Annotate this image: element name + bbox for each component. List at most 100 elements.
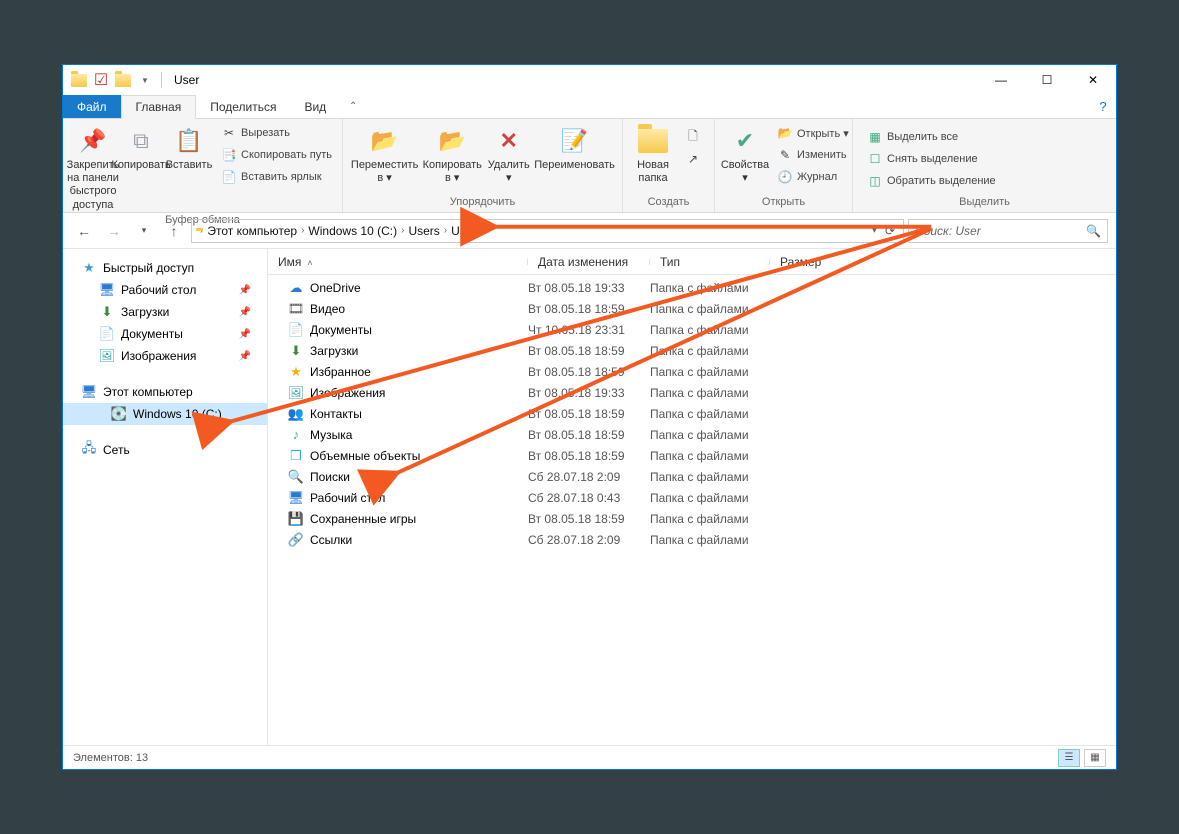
pin-icon: 📌	[239, 285, 251, 296]
move-to-button[interactable]: 📂Переместить в ▾	[349, 123, 420, 187]
file-row[interactable]: 🔍ПоискиСб 28.07.18 2:09Папка с файлами	[268, 466, 1116, 487]
paste-button[interactable]: 📋 Вставить	[165, 123, 213, 174]
file-row[interactable]: 🎞ВидеоВт 08.05.18 18:59Папка с файлами	[268, 298, 1116, 319]
col-size[interactable]: Размер	[770, 255, 850, 269]
search-placeholder: Поиск: User	[915, 224, 981, 238]
file-name: Объемные объекты	[310, 449, 420, 463]
select-none-button[interactable]: ☐Снять выделение	[863, 149, 1000, 169]
window-title: User	[174, 73, 199, 87]
qat-properties-icon[interactable]: ☑	[93, 72, 109, 88]
tab-view[interactable]: Вид	[290, 95, 340, 118]
new-folder-button[interactable]: Новая папка	[629, 123, 677, 187]
up-button[interactable]: ↑	[161, 218, 187, 244]
file-row[interactable]: ❒Объемные объектыВт 08.05.18 18:59Папка …	[268, 445, 1116, 466]
qat-dropdown-icon[interactable]: ▼	[137, 72, 153, 88]
file-name: Сохраненные игры	[310, 512, 416, 526]
file-row[interactable]: 📄ДокументыЧт 10.05.18 23:31Папка с файла…	[268, 319, 1116, 340]
delete-icon: ✕	[493, 125, 525, 157]
sidebar-item-documents[interactable]: 📄Документы📌	[63, 323, 267, 345]
file-type-icon: 🔗	[288, 532, 304, 548]
recent-button[interactable]: ▾	[131, 218, 157, 244]
edit-button[interactable]: ✎Изменить	[773, 145, 853, 165]
file-row[interactable]: ☁OneDriveВт 08.05.18 19:33Папка с файлам…	[268, 277, 1116, 298]
sidebar-item-drive-c[interactable]: 💽Windows 10 (C:)	[63, 403, 267, 425]
maximize-button[interactable]: ☐	[1024, 65, 1070, 95]
breadcrumb-seg[interactable]: Этот компьютер	[207, 224, 297, 238]
rename-button[interactable]: 📝Переименовать	[533, 123, 616, 174]
refresh-button[interactable]: ⟳	[885, 224, 895, 238]
file-name: Контакты	[310, 407, 362, 421]
history-button[interactable]: 🕘Журнал	[773, 167, 853, 187]
breadcrumb-seg[interactable]: Windows 10 (C:)	[308, 224, 397, 238]
explorer-window: ☑ ▼ User ― ☐ ✕ Файл Главная Поделиться В…	[62, 64, 1117, 770]
selectall-icon: ▦	[867, 129, 883, 145]
breadcrumb-seg[interactable]: User	[451, 224, 476, 238]
minimize-button[interactable]: ―	[978, 65, 1024, 95]
file-row[interactable]: 🖥Рабочий столСб 28.07.18 0:43Папка с фай…	[268, 487, 1116, 508]
view-details-button[interactable]: ☰	[1058, 749, 1080, 767]
file-type: Папка с файлами	[650, 449, 770, 463]
invert-icon: ◫	[867, 173, 883, 189]
file-date: Вт 08.05.18 18:59	[528, 365, 650, 379]
invert-selection-button[interactable]: ◫Обратить выделение	[863, 171, 1000, 191]
file-date: Сб 28.07.18 0:43	[528, 491, 650, 505]
easy-access-button[interactable]: ↗	[681, 149, 705, 169]
history-icon: 🕘	[777, 169, 793, 185]
col-name[interactable]: Имя˄	[268, 255, 528, 269]
sidebar-item-pictures[interactable]: 🖼Изображения📌	[63, 345, 267, 367]
pin-quick-access-button[interactable]: 📌 Закрепить на панели быстрого доступа	[69, 123, 117, 214]
sidebar-network[interactable]: 🖧Сеть	[63, 439, 267, 461]
file-row[interactable]: ⬇ЗагрузкиВт 08.05.18 18:59Папка с файлам…	[268, 340, 1116, 361]
file-type-icon: ☁	[288, 280, 304, 296]
close-button[interactable]: ✕	[1070, 65, 1116, 95]
tab-file[interactable]: Файл	[63, 95, 121, 118]
breadcrumb-seg[interactable]: Users	[408, 224, 439, 238]
tab-home[interactable]: Главная	[121, 95, 197, 119]
navbar: ← → ▾ ↑ › Этот компьютер› Windows 10 (C:…	[63, 213, 1116, 249]
addr-dropdown-icon[interactable]: ▾	[872, 225, 877, 236]
file-row[interactable]: 🖼ИзображенияВт 08.05.18 19:33Папка с фай…	[268, 382, 1116, 403]
col-date[interactable]: Дата изменения	[528, 255, 650, 269]
col-type[interactable]: Тип	[650, 255, 770, 269]
back-button[interactable]: ←	[71, 218, 97, 244]
qat-newfolder-icon[interactable]	[115, 72, 131, 88]
file-row[interactable]: ♪МузыкаВт 08.05.18 18:59Папка с файлами	[268, 424, 1116, 445]
delete-button[interactable]: ✕Удалить ▾	[484, 123, 533, 187]
cut-icon: ✂	[221, 125, 237, 141]
copy-button[interactable]: ⧉ Копировать	[117, 123, 165, 174]
file-row[interactable]: 👥КонтактыВт 08.05.18 18:59Папка с файлам…	[268, 403, 1116, 424]
sidebar-quick-access[interactable]: ★Быстрый доступ	[63, 257, 267, 279]
open-button[interactable]: 📂Открыть ▾	[773, 123, 853, 143]
new-item-button[interactable]: 🗋	[681, 127, 705, 147]
file-row[interactable]: 💾Сохраненные игрыВт 08.05.18 18:59Папка …	[268, 508, 1116, 529]
address-bar[interactable]: › Этот компьютер› Windows 10 (C:)› Users…	[191, 219, 904, 243]
file-name: Избранное	[310, 365, 371, 379]
forward-button[interactable]: →	[101, 218, 127, 244]
file-type-icon: 💾	[288, 511, 304, 527]
ribbon-collapse-button[interactable]: ⌃	[340, 95, 366, 118]
file-row[interactable]: ★ИзбранноеВт 08.05.18 18:59Папка с файла…	[268, 361, 1116, 382]
cut-button[interactable]: ✂Вырезать	[217, 123, 336, 143]
copy-path-button[interactable]: 📑Скопировать путь	[217, 145, 336, 165]
paste-icon: 📋	[173, 125, 205, 157]
sidebar-item-downloads[interactable]: ⬇Загрузки📌	[63, 301, 267, 323]
easyaccess-icon: ↗	[685, 151, 701, 167]
properties-button[interactable]: ✔Свойства ▾	[721, 123, 769, 187]
search-box[interactable]: Поиск: User 🔍	[908, 219, 1108, 243]
rename-icon: 📝	[559, 125, 591, 157]
sidebar-this-pc[interactable]: 🖥Этот компьютер	[63, 381, 267, 403]
select-all-button[interactable]: ▦Выделить все	[863, 127, 1000, 147]
group-label-open: Открыть	[715, 196, 852, 212]
properties-icon: ✔	[729, 125, 761, 157]
file-type: Папка с файлами	[650, 386, 770, 400]
pin-icon: 📌	[239, 307, 251, 318]
sidebar-item-desktop[interactable]: 🖥Рабочий стол📌	[63, 279, 267, 301]
view-icons-button[interactable]: ▦	[1084, 749, 1106, 767]
file-type: Папка с файлами	[650, 470, 770, 484]
group-label-create: Создать	[623, 196, 714, 212]
tab-share[interactable]: Поделиться	[196, 95, 290, 118]
copy-to-button[interactable]: 📂Копировать в ▾	[420, 123, 484, 187]
paste-shortcut-button[interactable]: 📄Вставить ярлык	[217, 167, 336, 187]
help-button[interactable]: ?	[1090, 95, 1116, 118]
file-row[interactable]: 🔗СсылкиСб 28.07.18 2:09Папка с файлами	[268, 529, 1116, 550]
